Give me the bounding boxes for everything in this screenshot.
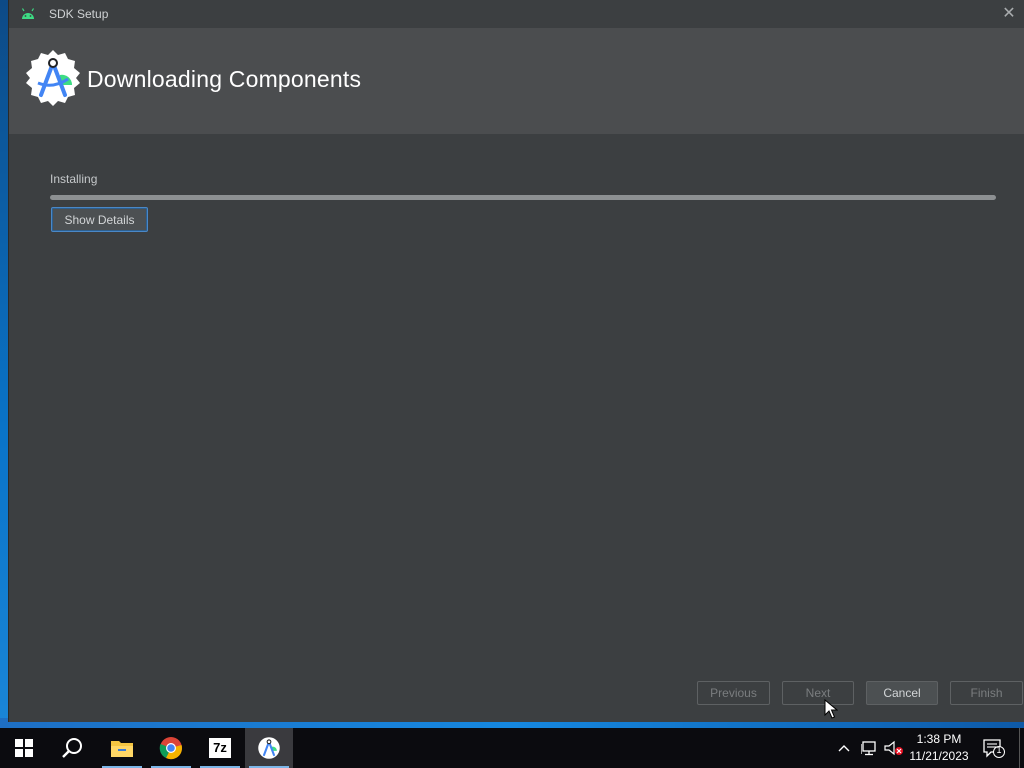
show-desktop-button[interactable] — [1019, 728, 1024, 768]
install-progress-bar — [50, 195, 996, 200]
next-button[interactable]: Next — [782, 681, 854, 705]
show-hidden-icons-button[interactable] — [838, 728, 854, 768]
previous-button[interactable]: Previous — [697, 681, 770, 705]
file-explorer-icon — [111, 741, 133, 757]
7zip-label: 7z — [213, 740, 227, 755]
taskbar-clock[interactable]: 1:38 PM 11/21/2023 — [904, 731, 974, 765]
volume-muted-icon — [884, 740, 903, 756]
title-bar[interactable]: SDK Setup ✕ — [9, 0, 1024, 28]
action-center-button[interactable]: 1 — [982, 728, 1008, 768]
notification-icon — [983, 739, 1005, 758]
volume-tray-button[interactable] — [884, 728, 904, 768]
android-studio-logo-icon — [26, 50, 80, 106]
mouse-cursor-icon — [824, 699, 838, 719]
taskbar-file-explorer[interactable] — [98, 728, 146, 768]
clock-date: 11/21/2023 — [909, 749, 969, 763]
chrome-icon — [159, 737, 182, 760]
windows-start-icon — [15, 739, 33, 757]
progress-fill — [50, 195, 996, 200]
taskbar-chrome[interactable] — [147, 728, 195, 768]
taskbar-7zip[interactable]: 7z — [196, 728, 244, 768]
android-icon — [21, 8, 35, 19]
start-button[interactable] — [0, 728, 48, 768]
taskbar-android-studio[interactable] — [245, 728, 293, 768]
cancel-button[interactable]: Cancel — [866, 681, 938, 705]
network-icon — [861, 741, 876, 756]
network-tray-button[interactable] — [861, 728, 881, 768]
desktop-background-left — [0, 0, 8, 728]
status-label: Installing — [50, 172, 98, 186]
7zip-icon: 7z — [209, 738, 231, 758]
notification-count: 1 — [996, 745, 1002, 755]
chevron-up-icon — [838, 745, 850, 752]
show-details-button[interactable]: Show Details — [51, 207, 148, 232]
page-title: Downloading Components — [87, 66, 362, 92]
sdk-setup-window: SDK Setup ✕ Downloading Components Insta… — [8, 0, 1024, 722]
clock-time: 1:38 PM — [916, 732, 962, 746]
taskbar: 7z 1:38 PM 11/21/2023 1 — [0, 728, 1024, 768]
wizard-header: Downloading Components — [9, 28, 1024, 134]
taskbar-search-button[interactable] — [48, 728, 96, 768]
close-icon[interactable]: ✕ — [999, 4, 1019, 24]
finish-button[interactable]: Finish — [950, 681, 1023, 705]
window-title: SDK Setup — [49, 7, 109, 21]
search-icon — [62, 738, 82, 758]
android-studio-icon — [258, 737, 280, 759]
